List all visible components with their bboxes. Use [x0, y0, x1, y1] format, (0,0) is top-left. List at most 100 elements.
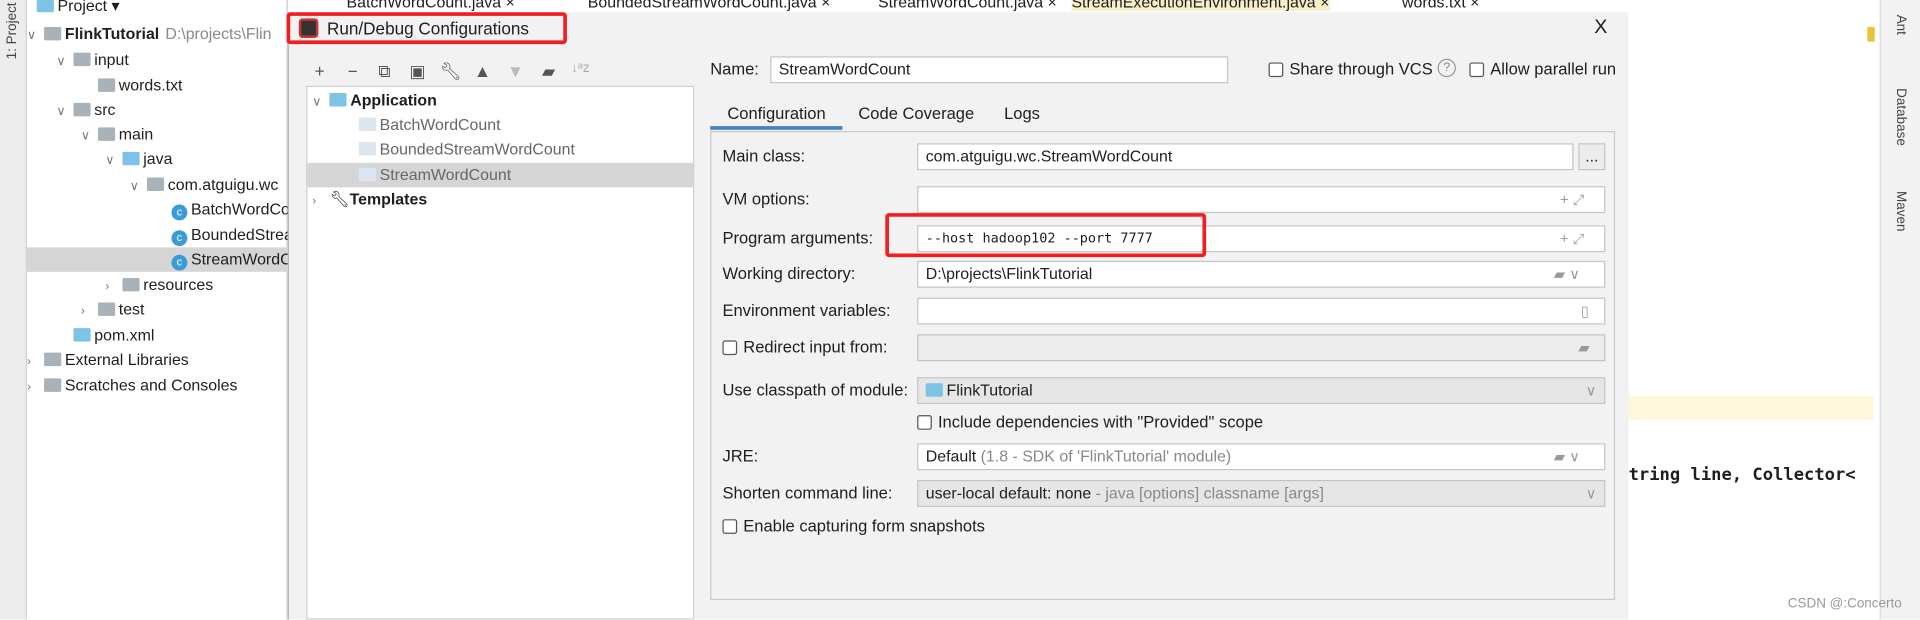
chevron-down-icon[interactable]: ∨	[105, 149, 122, 173]
tree-item-label: java	[143, 149, 173, 168]
project-tree-item[interactable]: ∨ main	[27, 122, 288, 146]
enable-snapshots-checkbox[interactable]: Enable capturing form snapshots	[722, 517, 985, 535]
tab-batchwordcount[interactable]: BatchWordCount.java ×	[347, 0, 515, 11]
project-tree-item[interactable]: › resources	[27, 273, 288, 297]
folder-dropdown-icon[interactable]: ▰ ∨	[1554, 448, 1580, 465]
project-tool-button[interactable]: 1: Project	[5, 2, 20, 59]
jre-hint: (1.8 - SDK of 'FlinkTutorial' module)	[980, 446, 1232, 466]
chevron-right-icon[interactable]: ›	[27, 350, 44, 374]
run-config-icon	[358, 117, 376, 132]
vm-options-input[interactable]	[917, 186, 1606, 214]
project-icon	[36, 0, 54, 13]
maven-tool-button[interactable]: Maven	[1893, 191, 1908, 231]
project-path: D:\projects\Flin	[165, 24, 272, 43]
checkbox	[1268, 62, 1284, 78]
project-tree-item[interactable]: cBoundedStreamWordCount	[27, 223, 386, 247]
application-icon	[329, 93, 347, 107]
project-tree-item[interactable]: ∨ FlinkTutorial D:\projects\Flin	[27, 22, 288, 46]
new-folder-icon[interactable]: ▰	[536, 61, 560, 82]
project-tree-item[interactable]: c BatchWordCount	[27, 197, 312, 221]
tab-words-txt[interactable]: words.txt ×	[1402, 0, 1479, 11]
copy-icon[interactable]: ⧉	[372, 61, 396, 82]
wrench-icon: 🔧︎	[329, 189, 350, 209]
tab-logs[interactable]: Logs	[1004, 104, 1040, 122]
tree-node-application[interactable]: ∨ Application	[307, 88, 693, 112]
database-tool-button[interactable]: Database	[1893, 88, 1908, 146]
project-tree-item[interactable]: ∨ input	[27, 48, 288, 72]
chevron-down-icon[interactable]: ∨	[56, 100, 73, 124]
checkbox-label: Enable capturing form snapshots	[743, 516, 985, 536]
project-tree-item[interactable]: words.txt	[27, 73, 288, 97]
project-tree-item[interactable]: ∨ java	[27, 147, 288, 171]
sort-icon[interactable]: ↓ᵃz	[568, 61, 592, 76]
move-down-icon[interactable]: ▼	[503, 61, 527, 81]
project-tree-item[interactable]: ∨ src	[27, 98, 288, 122]
shorten-command-dropdown[interactable]: user-local default: none - java [options…	[917, 480, 1606, 507]
include-deps-checkbox[interactable]: Include dependencies with "Provided" sco…	[917, 413, 1263, 431]
edit-env-icon[interactable]: ▯	[1581, 302, 1589, 319]
run-config-icon	[358, 167, 376, 182]
wrench-icon[interactable]: 🔧︎	[438, 61, 462, 82]
tab-code-coverage[interactable]: Code Coverage	[858, 104, 974, 122]
checkbox-label: Share through VCS	[1289, 60, 1433, 79]
add-icon[interactable]: +	[307, 61, 331, 81]
tree-item-batchwordcount[interactable]: BatchWordCount	[307, 113, 693, 137]
class-icon: c	[171, 230, 188, 247]
project-tree-item[interactable]: › External Libraries	[27, 348, 288, 372]
classpath-module-dropdown[interactable]: FlinkTutorial	[917, 377, 1606, 405]
redirect-input-field	[917, 334, 1606, 362]
project-tree-item[interactable]: ∨ com.atguigu.wc	[27, 173, 288, 197]
jre-input[interactable]: Default (1.8 - SDK of 'FlinkTutorial' mo…	[917, 443, 1606, 471]
tool-window-strip: 1: Project	[0, 0, 27, 620]
checkbox	[722, 519, 738, 534]
ant-tool-button[interactable]: Ant	[1893, 15, 1908, 35]
tab-configuration[interactable]: Configuration	[727, 104, 825, 122]
tree-node-templates[interactable]: › 🔧︎Templates	[307, 187, 693, 211]
title-highlight-box	[286, 12, 567, 45]
save-icon[interactable]: ▣	[405, 61, 429, 82]
project-view-dropdown[interactable]: Project ▾	[36, 0, 120, 18]
class-icon: c	[171, 204, 188, 221]
tab-streamwordcount[interactable]: StreamWordCount.java ×	[878, 0, 1057, 11]
tree-item-label: Scratches and Consoles	[64, 375, 238, 395]
node-label: BoundedStreamWordCount	[379, 139, 575, 158]
jre-value: Default	[925, 446, 977, 466]
share-vcs-checkbox[interactable]: Share through VCS	[1268, 60, 1433, 79]
working-directory-input[interactable]: D:\projects\FlinkTutorial	[917, 260, 1606, 288]
project-panel: Project ▾ ∨ FlinkTutorial D:\projects\Flin…	[26, 0, 386, 620]
project-tree-item[interactable]: › test	[27, 298, 288, 322]
tab-label: StreamExecutionEnvironment.java	[1071, 0, 1316, 12]
expand-icon[interactable]: + ⤢	[1560, 230, 1584, 248]
editor-area[interactable]: tring line, Collector<	[1628, 14, 1880, 620]
chevron-right-icon[interactable]: ›	[81, 300, 98, 324]
main-class-input[interactable]: com.atguigu.wc.StreamWordCount	[917, 143, 1574, 171]
tab-boundedstreamwordcount[interactable]: BoundedStreamWordCount.java ×	[588, 0, 831, 11]
project-tree-item[interactable]: › Scratches and Consoles	[27, 373, 288, 397]
chevron-down-icon[interactable]: ∨	[27, 24, 44, 48]
tree-item-boundedstreamwordcount[interactable]: BoundedStreamWordCount	[307, 137, 693, 161]
tree-item-streamwordcount[interactable]: StreamWordCount	[307, 162, 694, 188]
chevron-right-icon[interactable]: ›	[27, 376, 44, 400]
chevron-down-icon[interactable]: ∨	[130, 175, 147, 199]
browse-button[interactable]: ...	[1578, 143, 1606, 171]
tab-label: BatchWordCount.java	[346, 0, 502, 12]
folder-dropdown-icon[interactable]: ▰ ∨	[1554, 266, 1580, 283]
expand-icon[interactable]: + ⤢	[1560, 191, 1584, 209]
close-button[interactable]: X	[1594, 17, 1607, 39]
project-tree-item[interactable]: pom.xml	[27, 323, 288, 347]
remove-icon[interactable]: −	[340, 61, 364, 81]
environment-variables-input[interactable]	[917, 297, 1606, 325]
chevron-right-icon[interactable]: ›	[105, 276, 122, 300]
help-icon[interactable]: ?	[1437, 58, 1456, 78]
project-tree-item[interactable]: c StreamWordCount	[26, 247, 323, 272]
allow-parallel-checkbox[interactable]: Allow parallel run	[1469, 60, 1616, 78]
name-label: Name:	[710, 60, 759, 79]
maven-icon	[73, 328, 91, 342]
redirect-input-checkbox[interactable]: Redirect input from:	[722, 338, 888, 356]
name-input[interactable]: StreamWordCount	[770, 56, 1229, 84]
tab-streamexecutionenvironment[interactable]: StreamExecutionEnvironment.java ×	[1071, 0, 1330, 12]
chevron-down-icon[interactable]: ∨	[56, 50, 73, 74]
project-header-label: Project	[57, 0, 108, 15]
move-up-icon[interactable]: ▲	[470, 61, 494, 81]
chevron-down-icon[interactable]: ∨	[81, 125, 98, 149]
